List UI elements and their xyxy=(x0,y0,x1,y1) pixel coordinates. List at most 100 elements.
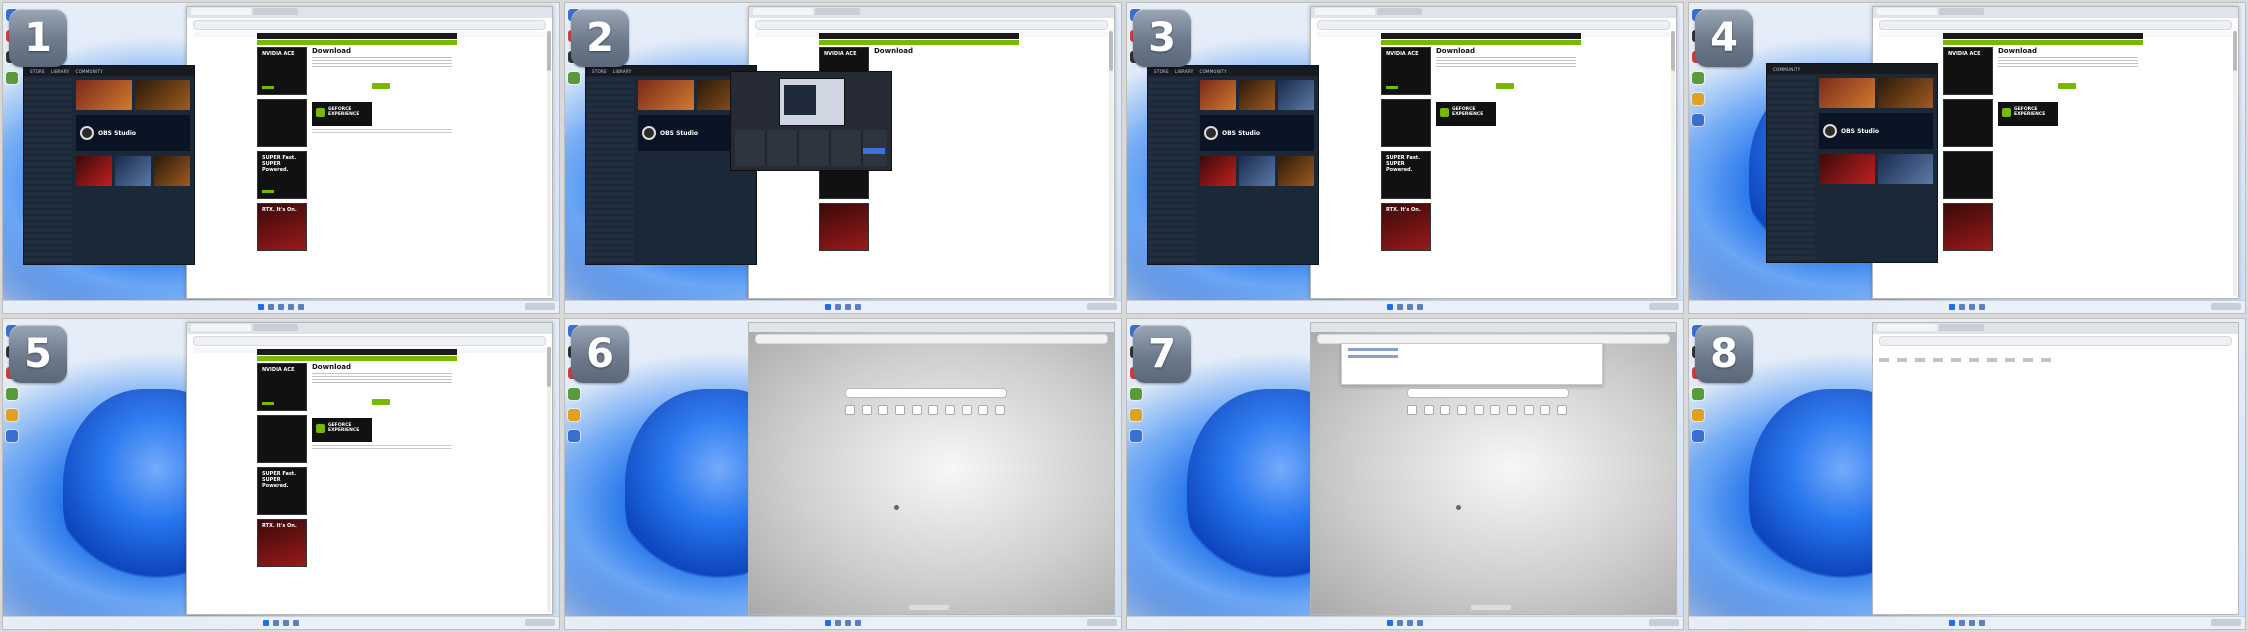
tab[interactable] xyxy=(1877,8,1937,15)
start-icon[interactable] xyxy=(825,620,831,626)
geforce-experience-banner[interactable]: GEFORCE EXPERIENCE xyxy=(312,102,372,126)
shortcut-tile[interactable] xyxy=(1440,405,1451,415)
game-tile[interactable] xyxy=(1200,80,1236,110)
promo-card[interactable]: RTX. It's On. xyxy=(257,519,307,567)
shortcut-tile[interactable] xyxy=(928,405,939,415)
address-bar[interactable] xyxy=(755,20,1108,30)
steam-game-list[interactable] xyxy=(24,78,72,264)
taskbar-icon[interactable] xyxy=(1397,304,1403,310)
steam-menu-library[interactable]: LIBRARY xyxy=(51,69,70,74)
tab[interactable] xyxy=(1939,8,1984,15)
scrollbar[interactable] xyxy=(547,31,551,296)
obs-tile[interactable]: OBS Studio xyxy=(76,115,190,151)
game-tile[interactable] xyxy=(154,156,190,186)
scrollbar[interactable] xyxy=(1109,31,1113,296)
taskbar-icon[interactable] xyxy=(288,304,294,310)
promo-card[interactable]: NVIDIA ACE xyxy=(1381,47,1431,95)
steam-menu-community[interactable]: COMMUNITY xyxy=(1773,67,1801,72)
game-tile[interactable] xyxy=(1239,80,1275,110)
obs-start-button[interactable] xyxy=(863,148,885,154)
game-tile[interactable] xyxy=(1819,154,1875,184)
system-tray[interactable] xyxy=(525,619,555,626)
promo-card[interactable]: SUPER Fast. SUPER Powered. xyxy=(1381,151,1431,199)
footer-link[interactable] xyxy=(909,605,949,610)
desktop-icon[interactable] xyxy=(568,409,580,421)
promo-button[interactable] xyxy=(262,190,274,193)
promo-button[interactable] xyxy=(1386,86,1398,89)
promo-card[interactable]: NVIDIA ACE xyxy=(257,363,307,411)
desktop-icon[interactable] xyxy=(6,409,18,421)
start-icon[interactable] xyxy=(1387,304,1393,310)
game-tile[interactable] xyxy=(638,80,694,110)
tab[interactable] xyxy=(1939,324,1984,331)
taskbar-icon[interactable] xyxy=(1969,620,1975,626)
scroll-thumb[interactable] xyxy=(1109,31,1113,71)
tab[interactable] xyxy=(815,8,860,15)
desktop-icon[interactable] xyxy=(1692,93,1704,105)
tab[interactable] xyxy=(253,8,298,15)
desktop-icon[interactable] xyxy=(1130,430,1142,442)
taskbar-icon[interactable] xyxy=(855,304,861,310)
shortcut-tile[interactable] xyxy=(944,405,955,415)
steam-game-list[interactable] xyxy=(1767,76,1815,262)
game-tile[interactable] xyxy=(115,156,151,186)
promo-card[interactable] xyxy=(257,415,307,463)
start-icon[interactable] xyxy=(263,620,269,626)
scroll-thumb[interactable] xyxy=(547,31,551,71)
desktop-icon[interactable] xyxy=(1130,409,1142,421)
promo-button[interactable] xyxy=(262,86,274,89)
promo-card[interactable]: RTX. It's On. xyxy=(257,203,307,251)
address-suggestions[interactable] xyxy=(1341,343,1603,385)
address-bar[interactable] xyxy=(1317,20,1670,30)
geforce-experience-banner[interactable]: GEFORCE EXPERIENCE xyxy=(1436,102,1496,126)
game-tile[interactable] xyxy=(1819,78,1875,108)
desktop-icon[interactable] xyxy=(568,388,580,400)
promo-card[interactable] xyxy=(1943,99,1993,147)
taskbar-icon[interactable] xyxy=(1959,304,1965,310)
taskbar-icon[interactable] xyxy=(835,304,841,310)
taskbar-icon[interactable] xyxy=(1407,620,1413,626)
shortcut-tile[interactable] xyxy=(878,405,889,415)
tab[interactable] xyxy=(191,324,251,331)
taskbar-icon[interactable] xyxy=(293,620,299,626)
address-bar[interactable] xyxy=(1879,336,2232,346)
steam-menu-library[interactable]: LIBRARY xyxy=(613,69,632,74)
promo-button[interactable] xyxy=(262,402,274,405)
steam-game-list[interactable] xyxy=(586,78,634,264)
promo-card[interactable]: SUPER Fast. SUPER Powered. xyxy=(257,467,307,515)
taskbar-icon[interactable] xyxy=(298,304,304,310)
scroll-thumb[interactable] xyxy=(547,347,551,387)
obs-preview[interactable] xyxy=(779,78,845,126)
start-icon[interactable] xyxy=(1387,620,1393,626)
game-tile[interactable] xyxy=(1877,154,1933,184)
address-bar[interactable] xyxy=(1879,20,2232,30)
promo-card[interactable] xyxy=(819,203,869,251)
shortcut-tile[interactable] xyxy=(1473,405,1484,415)
steam-menu-community[interactable]: COMMUNITY xyxy=(76,69,104,74)
promo-card[interactable] xyxy=(1943,203,1993,251)
shortcut-tile[interactable] xyxy=(1523,405,1534,415)
taskbar-icon[interactable] xyxy=(1407,304,1413,310)
search-input[interactable] xyxy=(1407,388,1569,398)
address-bar[interactable] xyxy=(193,336,546,346)
taskbar-icon[interactable] xyxy=(1397,620,1403,626)
taskbar-icon[interactable] xyxy=(268,304,274,310)
obs-tile[interactable]: OBS Studio xyxy=(1819,113,1933,149)
shortcut-tile[interactable] xyxy=(845,405,855,415)
suggestion-item[interactable] xyxy=(1348,348,1398,351)
taskbar-icon[interactable] xyxy=(1969,304,1975,310)
game-tile[interactable] xyxy=(76,80,132,110)
tab[interactable] xyxy=(1377,8,1422,15)
taskbar-icon[interactable] xyxy=(1417,620,1423,626)
promo-card[interactable]: NVIDIA ACE xyxy=(1943,47,1993,95)
download-button[interactable] xyxy=(1496,83,1514,89)
shortcut-tile[interactable] xyxy=(1506,405,1517,415)
taskbar-icon[interactable] xyxy=(1417,304,1423,310)
address-bar[interactable] xyxy=(755,334,1108,344)
steam-menu-community[interactable]: COMMUNITY xyxy=(1200,69,1228,74)
shortcut-tile[interactable] xyxy=(961,405,972,415)
shortcut-tile[interactable] xyxy=(861,405,872,415)
shortcut-tile[interactable] xyxy=(1556,405,1567,415)
shortcut-tile[interactable] xyxy=(1490,405,1501,415)
steam-menu-store[interactable]: STORE xyxy=(592,69,607,74)
